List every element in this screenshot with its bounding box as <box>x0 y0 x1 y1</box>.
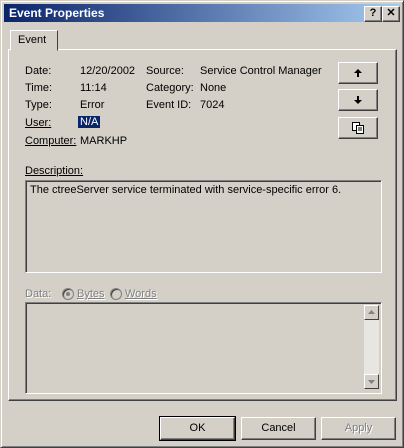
eventid-label: Event ID: <box>146 99 192 111</box>
vertical-scrollbar[interactable] <box>364 305 379 389</box>
date-value: 12/20/2002 <box>80 65 136 77</box>
scroll-up-button[interactable] <box>364 305 379 320</box>
window-title: Event Properties <box>9 6 105 20</box>
cancel-button[interactable]: Cancel <box>241 417 316 440</box>
computer-value: MARKHP <box>80 135 128 147</box>
ok-button[interactable]: OK <box>159 416 236 441</box>
tab-event-label: Event <box>18 34 47 46</box>
bytes-radio[interactable] <box>62 288 74 300</box>
type-label: Type: <box>25 99 52 111</box>
scroll-up-icon <box>368 310 375 314</box>
copy-button[interactable] <box>338 117 378 139</box>
description-textbox[interactable]: The ctreeServer service terminated with … <box>25 180 382 273</box>
user-value[interactable]: N/A <box>78 116 101 128</box>
tab-event[interactable]: Event <box>10 30 58 51</box>
description-label: Description: <box>25 165 84 177</box>
data-label: Data: <box>25 288 52 300</box>
help-button[interactable]: ? <box>364 6 382 22</box>
apply-button[interactable]: Apply <box>321 417 396 440</box>
description-text: The ctreeServer service terminated with … <box>30 184 342 196</box>
user-label: User: <box>25 117 52 129</box>
bytes-radio-label: Bytes <box>77 288 105 300</box>
category-label: Category: <box>146 82 194 94</box>
radio-selected-dot <box>66 292 70 296</box>
data-textbox[interactable] <box>25 302 382 394</box>
previous-event-button[interactable] <box>338 62 378 84</box>
arrow-up-icon <box>354 69 362 77</box>
words-radio-label: Words <box>125 288 157 300</box>
next-event-button[interactable] <box>338 89 378 111</box>
source-value: Service Control Manager <box>200 65 322 77</box>
type-value: Error <box>80 99 105 111</box>
computer-label: Computer: <box>25 135 77 147</box>
arrow-down-icon <box>354 96 362 104</box>
category-value: None <box>200 82 227 94</box>
scroll-down-icon <box>368 380 375 384</box>
close-icon: ✕ <box>386 7 396 19</box>
time-value: 11:14 <box>80 82 107 94</box>
event-properties-window: Event Properties ? ✕ Event Date: 12/20/2… <box>0 0 404 448</box>
title-bar[interactable]: Event Properties ? ✕ <box>4 4 400 22</box>
date-label: Date: <box>25 65 52 77</box>
source-label: Source: <box>146 65 184 77</box>
close-button[interactable]: ✕ <box>382 6 400 22</box>
time-label: Time: <box>25 82 53 94</box>
eventid-value: 7024 <box>200 99 225 111</box>
help-icon: ? <box>369 7 377 19</box>
words-radio[interactable] <box>110 288 122 300</box>
scroll-down-button[interactable] <box>364 374 379 389</box>
copy-icon <box>352 122 364 134</box>
